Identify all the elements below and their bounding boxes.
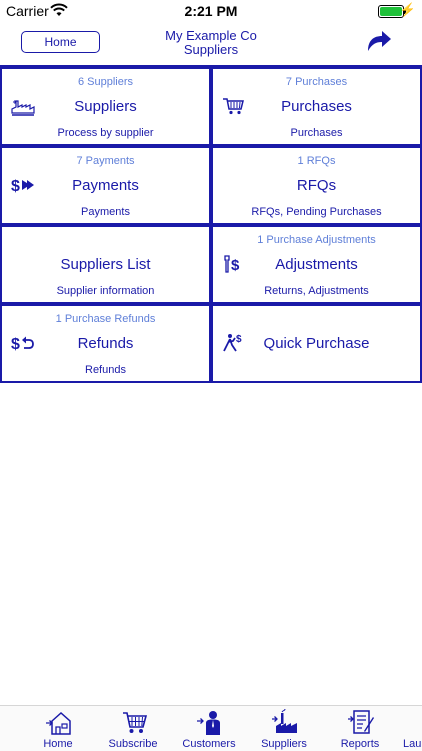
- customer-person-icon: [197, 711, 220, 735]
- tile-quick-purchase[interactable]: $ Quick Purchase: [211, 304, 422, 383]
- tile-count: 1 RFQs: [297, 155, 336, 167]
- tile-subtitle: Supplier information: [56, 285, 155, 297]
- clock: 2:21 PM: [184, 3, 238, 19]
- tile-suppliers[interactable]: 6 Suppliers Suppliers Process by supplie…: [0, 67, 211, 146]
- tile-title: RFQs: [296, 177, 337, 194]
- tile-subtitle: Refunds: [85, 364, 126, 376]
- tile-subtitle: RFQs, Pending Purchases: [251, 206, 382, 218]
- status-bar: Carrier 2:21 PM ⚡: [0, 0, 422, 22]
- tile-count: 6 Suppliers: [77, 76, 134, 88]
- tile-title: Quick Purchase: [263, 335, 370, 352]
- tab-label: Lau: [403, 738, 422, 750]
- tab-label: Subscribe: [108, 738, 158, 750]
- page-title: My Example Co Suppliers: [130, 29, 292, 57]
- tile-title: Adjustments: [275, 256, 358, 273]
- tab-label: Home: [43, 738, 73, 750]
- share-arrow-icon[interactable]: [366, 30, 392, 52]
- tile-refunds[interactable]: 1 Purchase Refunds $ Refunds Refunds: [0, 304, 211, 383]
- menu-grid: 6 Suppliers Suppliers Process by supplie…: [0, 65, 422, 383]
- tile-subtitle: Returns, Adjustments: [264, 285, 369, 297]
- tile-title: Payments: [72, 177, 139, 194]
- tab-reports[interactable]: Reports: [325, 706, 395, 751]
- tab-label: Customers: [182, 738, 236, 750]
- tile-count: 1 Purchase Adjustments: [257, 234, 376, 246]
- tile-title: Purchases: [281, 98, 352, 115]
- tile-suppliers-list[interactable]: Suppliers List Supplier information: [0, 225, 211, 304]
- tile-purchases[interactable]: 7 Purchases Purchases Purchases: [211, 67, 422, 146]
- tab-launch[interactable]: Lau: [388, 706, 422, 751]
- tile-rfqs[interactable]: 1 RFQs RFQs RFQs, Pending Purchases: [211, 146, 422, 225]
- tile-title: Refunds: [77, 335, 134, 352]
- tab-subscribe[interactable]: Subscribe: [98, 706, 168, 751]
- company-name: My Example Co: [165, 28, 257, 43]
- cart-icon: [123, 712, 147, 733]
- tile-count: 7 Payments: [76, 155, 135, 167]
- tile-payments[interactable]: 7 Payments $ Payments Payments: [0, 146, 211, 225]
- home-button[interactable]: Home: [21, 31, 100, 53]
- tile-subtitle: Process by supplier: [57, 127, 154, 139]
- charging-icon: ⚡: [399, 2, 416, 17]
- tile-count: 1 Purchase Refunds: [55, 313, 156, 325]
- tab-home[interactable]: Home: [23, 706, 93, 751]
- tile-title: Suppliers List: [60, 256, 151, 273]
- tab-customers[interactable]: Customers: [174, 706, 244, 751]
- house-icon: [46, 711, 71, 735]
- tile-count: 7 Purchases: [285, 76, 348, 88]
- section-name: Suppliers: [183, 42, 239, 57]
- factory-icon: [272, 709, 297, 733]
- tile-subtitle: Purchases: [290, 127, 343, 139]
- tab-bar: Home Subscribe Customers Suppliers Repor…: [0, 705, 422, 751]
- tab-suppliers[interactable]: Suppliers: [249, 706, 319, 751]
- tile-subtitle: Payments: [81, 206, 130, 218]
- tab-label: Reports: [340, 738, 380, 750]
- tile-title: Suppliers: [74, 98, 137, 115]
- tile-adjustments[interactable]: 1 Purchase Adjustments $ Adjustments Ret…: [211, 225, 422, 304]
- report-document-icon: [348, 710, 374, 734]
- tab-label: Suppliers: [261, 738, 307, 750]
